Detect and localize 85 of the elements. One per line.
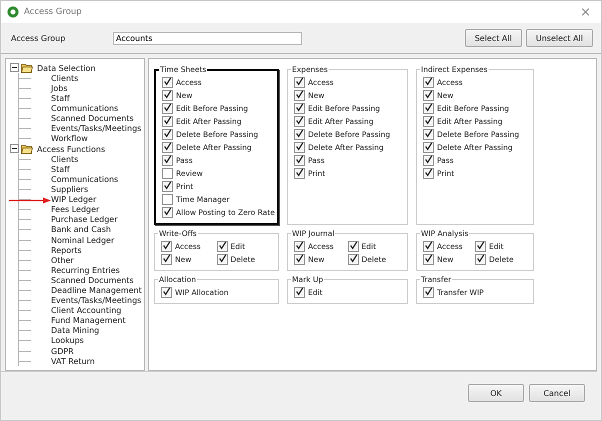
checkbox[interactable]: [294, 90, 305, 101]
tree-item[interactable]: Other: [51, 256, 74, 265]
checkbox[interactable]: [423, 287, 434, 298]
tree-item[interactable]: Clients: [51, 74, 78, 83]
checkbox[interactable]: [423, 155, 434, 166]
checkbox[interactable]: [423, 254, 434, 265]
checkbox[interactable]: [162, 90, 173, 101]
collapse-icon[interactable]: [10, 144, 19, 155]
tree-item[interactable]: Staff: [51, 94, 70, 104]
header-button[interactable]: Select All: [464, 29, 522, 47]
tree-item[interactable]: Communications: [51, 104, 118, 114]
checkbox[interactable]: [162, 168, 173, 179]
checkbox[interactable]: [162, 129, 173, 140]
dialog-button[interactable]: Cancel: [529, 384, 585, 402]
tree-item[interactable]: Fees Ledger: [51, 205, 100, 214]
tree-item[interactable]: Client Accounting: [51, 306, 122, 316]
tree-item[interactable]: Bank and Cash: [51, 225, 111, 234]
window-title: Access Group: [24, 7, 82, 17]
field-label: Access Group: [11, 34, 66, 42]
folder-icon: [21, 63, 33, 74]
checkbox[interactable]: [423, 241, 434, 252]
checkbox[interactable]: [162, 155, 173, 166]
checkbox[interactable]: [162, 207, 173, 218]
tree-item[interactable]: Purchase Ledger: [51, 215, 118, 224]
tree-item[interactable]: Access Functions: [37, 144, 106, 154]
checkbox[interactable]: [162, 116, 173, 127]
checkbox[interactable]: [423, 77, 434, 88]
tree-item[interactable]: Clients: [51, 154, 78, 164]
checkbox[interactable]: [162, 103, 173, 114]
tree-item[interactable]: GDPR: [51, 346, 74, 356]
checkbox[interactable]: [162, 194, 173, 205]
checkbox[interactable]: [294, 168, 305, 179]
checkbox[interactable]: [423, 168, 434, 179]
checkbox[interactable]: [348, 241, 358, 252]
tree-item[interactable]: Lookups: [51, 336, 84, 346]
tree-item[interactable]: Suppliers: [51, 185, 88, 194]
checkbox[interactable]: [475, 254, 486, 265]
tree-item[interactable]: Data Selection: [37, 64, 96, 73]
checkbox[interactable]: [294, 129, 305, 140]
checkbox[interactable]: [216, 241, 228, 252]
header-button[interactable]: Unselect All: [526, 29, 593, 47]
checkbox[interactable]: [423, 129, 434, 140]
checkbox[interactable]: [475, 241, 486, 252]
checkbox[interactable]: [294, 103, 305, 114]
dialog-button[interactable]: OK: [468, 384, 524, 402]
checkbox[interactable]: [423, 103, 434, 114]
checkbox[interactable]: [161, 241, 172, 252]
checkbox[interactable]: [294, 142, 305, 153]
app-logo-icon: [7, 6, 19, 18]
checkbox[interactable]: [161, 287, 172, 298]
name-field[interactable]: Accounts: [113, 32, 302, 44]
tree-item[interactable]: Nominal Ledger: [51, 236, 114, 245]
checkbox[interactable]: [162, 142, 173, 153]
tree-item[interactable]: Communications: [51, 174, 118, 184]
tree-item[interactable]: Deadline Management: [51, 286, 142, 296]
checkbox[interactable]: [216, 254, 228, 265]
tree-item[interactable]: Workflow: [51, 134, 88, 144]
checkbox[interactable]: [423, 90, 434, 101]
tree-item[interactable]: Events/Tasks/Meetings: [51, 296, 142, 306]
checkbox[interactable]: [294, 287, 305, 298]
checkbox[interactable]: [294, 241, 305, 252]
tree-item[interactable]: Events/Tasks/Meetings: [51, 124, 142, 134]
tree-item[interactable]: Recurring Entries: [51, 266, 120, 275]
tree-item[interactable]: VAT Return: [51, 356, 95, 366]
close-button[interactable]: ×: [580, 4, 595, 20]
checkbox[interactable]: [294, 77, 305, 88]
checkbox[interactable]: [162, 181, 173, 192]
checkbox[interactable]: [348, 254, 358, 265]
tree-item[interactable]: Scanned Documents: [51, 276, 134, 285]
tree-item[interactable]: Staff: [51, 164, 70, 174]
tree-item[interactable]: Reports: [51, 246, 82, 255]
checkbox[interactable]: [161, 254, 172, 265]
tree-item[interactable]: Scanned Documents: [51, 114, 134, 124]
tree-item[interactable]: Fund Management: [51, 316, 126, 326]
checkbox[interactable]: [294, 155, 305, 166]
tree-item[interactable]: Jobs: [51, 84, 68, 93]
checkbox[interactable]: [294, 254, 305, 265]
checkbox[interactable]: [423, 142, 434, 153]
tree-item[interactable]: WIP Ledger: [51, 195, 96, 204]
tree-item[interactable]: Data Mining: [51, 326, 100, 336]
folder-icon: [21, 144, 33, 154]
collapse-icon[interactable]: [10, 62, 19, 74]
checkbox[interactable]: [294, 116, 305, 127]
checkbox[interactable]: [162, 77, 173, 88]
checkbox[interactable]: [423, 116, 434, 127]
